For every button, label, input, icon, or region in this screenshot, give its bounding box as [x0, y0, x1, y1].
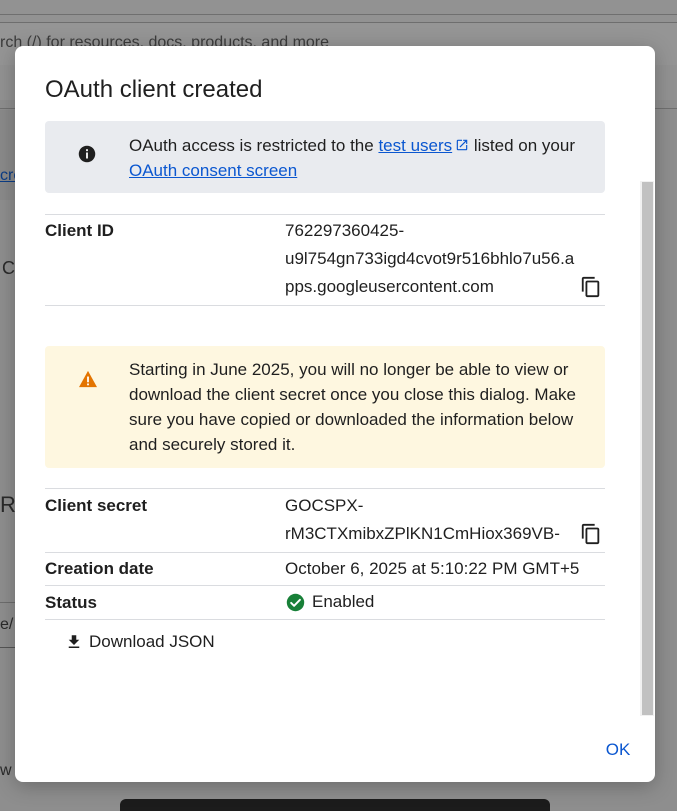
copy-client-secret-icon[interactable] — [580, 523, 602, 545]
info-icon — [78, 145, 96, 163]
oauth-client-created-dialog: OAuth client created OAuth access is res… — [15, 46, 655, 782]
download-json-button[interactable]: Download JSON — [55, 626, 225, 658]
background-divider — [0, 14, 677, 15]
check-circle-icon — [286, 593, 305, 612]
client-id-line-3: pps.googleusercontent.com — [285, 277, 494, 296]
dialog-title: OAuth client created — [45, 76, 263, 103]
status-label: Status — [45, 593, 97, 612]
client-id-value: 762297360425- u9l754gn733igd4cvot9r516bh… — [285, 217, 574, 301]
row-divider — [45, 305, 605, 306]
test-users-link-label: test users — [378, 136, 453, 155]
background-sidebar — [0, 110, 15, 200]
background-snackbar — [120, 799, 550, 811]
background-text-fragment: C — [2, 258, 15, 278]
client-secret-line-1: GOCSPX- — [285, 496, 364, 515]
info-text-start: OAuth access is restricted to the — [129, 136, 379, 155]
status-value: Enabled — [312, 592, 375, 611]
download-icon — [68, 635, 80, 648]
row-divider — [45, 488, 605, 489]
copy-client-id-icon[interactable] — [580, 276, 602, 298]
ok-button[interactable]: OK — [595, 736, 641, 764]
warning-banner: Starting in June 2025, you will no longe… — [45, 346, 605, 468]
warning-icon — [79, 370, 97, 388]
download-json-label: Download JSON — [89, 632, 215, 651]
dialog-scrollbar-thumb[interactable] — [642, 182, 653, 715]
row-divider — [45, 552, 605, 553]
creation-date-value: October 6, 2025 at 5:10:22 PM GMT+5 — [285, 559, 580, 578]
row-divider — [45, 585, 605, 586]
row-divider — [45, 619, 605, 620]
client-secret-label: Client secret — [45, 496, 148, 515]
test-users-link[interactable]: test users — [378, 136, 469, 155]
info-text-middle: listed on your — [469, 136, 575, 155]
external-link-icon — [456, 139, 468, 151]
client-id-line-2: u9l754gn733igd4cvot9r516bhlo7u56.a — [285, 249, 575, 268]
background-text-fragment: e/ — [0, 616, 14, 633]
client-secret-line-2: rM3CTXmibxZPlKN1CmHiox369VB- — [285, 524, 560, 543]
row-divider — [45, 214, 605, 215]
creation-date-label: Creation date — [45, 559, 154, 578]
client-id-label: Client ID — [45, 221, 114, 240]
oauth-consent-screen-link[interactable]: OAuth consent screen — [129, 161, 297, 180]
client-id-line-1: 762297360425- — [285, 221, 405, 240]
warning-message: Starting in June 2025, you will no longe… — [129, 360, 576, 454]
info-message: OAuth access is restricted to the test u… — [129, 133, 589, 183]
client-secret-value: GOCSPX- rM3CTXmibxZPlKN1CmHiox369VB- — [285, 492, 560, 548]
info-banner: OAuth access is restricted to the test u… — [45, 121, 605, 193]
